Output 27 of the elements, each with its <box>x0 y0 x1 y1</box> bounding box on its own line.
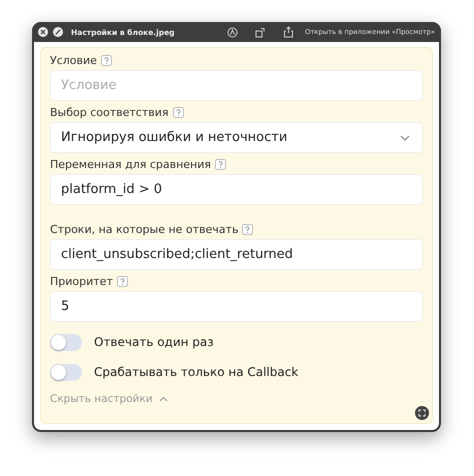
fullscreen-icon[interactable] <box>415 406 429 420</box>
help-icon[interactable] <box>215 159 226 170</box>
help-icon[interactable] <box>116 276 128 287</box>
field-label: Переменная для сравнения <box>50 158 212 171</box>
input-field[interactable]: 5 <box>50 291 423 322</box>
toggle-switch[interactable] <box>50 334 82 350</box>
toggle-switch[interactable] <box>50 364 82 380</box>
input-field[interactable]: client_unsubscribed;client_returned <box>50 239 423 270</box>
markup-icon[interactable] <box>226 26 238 38</box>
help-icon[interactable] <box>172 107 184 118</box>
input-field[interactable]: Условие <box>50 70 423 101</box>
field-label: Условие <box>50 54 97 67</box>
minimize-icon[interactable] <box>53 27 63 37</box>
help-icon[interactable] <box>100 55 112 66</box>
field-label: Выбор соответствия <box>50 106 169 119</box>
input-field[interactable]: platform_id > 0 <box>50 174 423 205</box>
toggle-label: Отвечать один раз <box>94 335 214 349</box>
close-icon[interactable] <box>38 27 48 37</box>
share-icon[interactable] <box>282 26 294 38</box>
help-icon[interactable] <box>242 224 254 235</box>
rotate-icon[interactable] <box>254 26 266 38</box>
field-label: Приоритет <box>50 275 113 288</box>
chevron-down-icon <box>400 134 410 140</box>
toggle-label: Срабатывать только на Callback <box>94 365 298 379</box>
chevron-up-icon <box>158 396 168 402</box>
field-label: Строки, на которые не отвечать <box>50 223 238 236</box>
match-select[interactable]: Игнорируя ошибки и неточности <box>50 122 423 153</box>
